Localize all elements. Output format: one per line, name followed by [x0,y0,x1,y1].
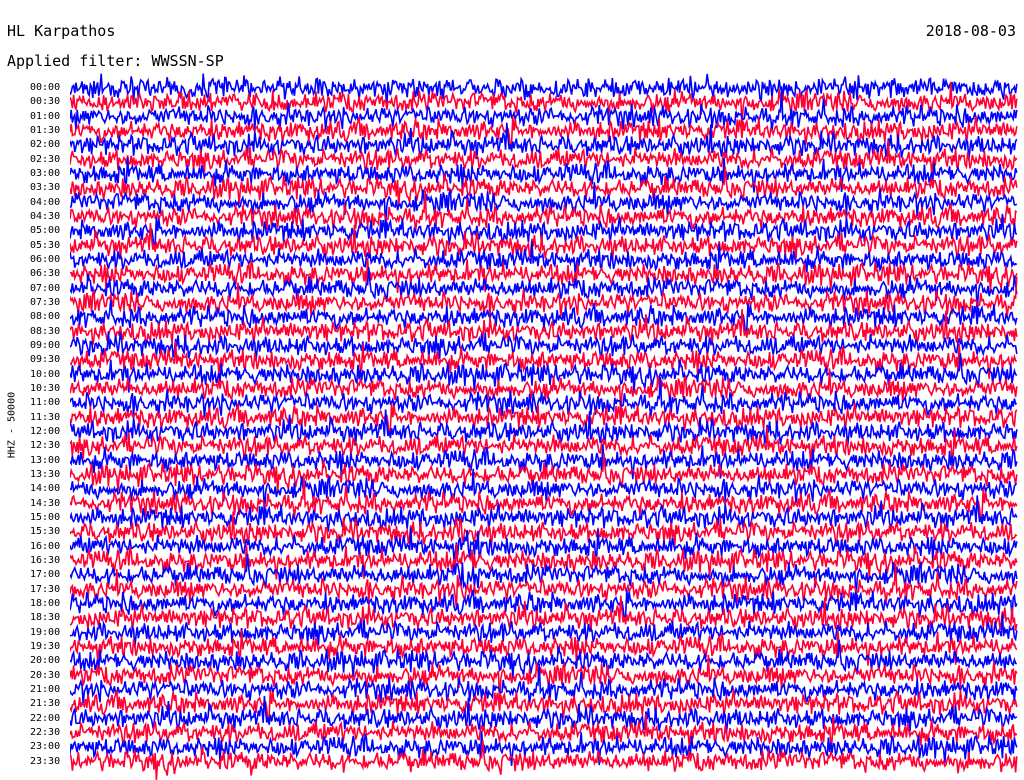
time-label: 15:00 [30,511,61,523]
time-label: 17:30 [30,583,61,595]
time-label: 06:30 [30,268,61,280]
time-label: 06:00 [30,253,61,265]
time-label: 14:30 [30,497,61,509]
time-label: 05:00 [30,225,61,237]
time-label: 12:00 [30,425,61,437]
time-label: 01:30 [30,124,61,136]
channel-label: HHZ - 50000 [6,391,18,459]
time-label: 04:30 [30,210,61,222]
date-label: 2018-08-03 [925,22,1016,40]
time-label: 08:00 [30,311,61,323]
time-label: 17:00 [30,569,61,581]
time-label: 00:00 [30,82,61,93]
time-label: 10:00 [30,368,61,380]
time-label: 03:00 [30,167,61,179]
time-label: 16:00 [30,540,61,552]
time-label: 07:30 [30,296,61,308]
time-label: 21:00 [30,683,61,695]
time-label: 14:00 [30,483,61,495]
time-label: 13:00 [30,454,61,466]
time-label: 18:30 [30,612,61,624]
time-label: 20:00 [30,655,61,667]
time-label: 09:30 [30,354,61,366]
time-label: 11:00 [30,397,61,409]
time-label: 16:30 [30,554,61,566]
time-label: 02:00 [30,139,61,151]
trace-row-1700 [70,553,1018,601]
time-label: 02:30 [30,153,61,165]
helicorder-plot [70,73,1018,780]
time-label: 22:30 [30,726,61,738]
time-label: 23:00 [30,741,61,753]
time-label: 04:00 [30,196,61,208]
time-axis-labels: 00:00 00:30 01:00 01:30 02:00 02:30 03:00 03:30… [0,0,70,780]
time-label: 21:30 [30,698,61,710]
time-label: 11:30 [30,411,61,423]
time-label: 20:30 [30,669,61,681]
time-label: 10:30 [30,382,61,394]
time-label: 00:30 [30,96,61,108]
trace-row-0730 [70,276,1018,318]
time-label: 03:30 [30,182,61,194]
time-label: 01:00 [30,110,61,122]
time-label: 07:00 [30,282,61,294]
time-label: 15:30 [30,526,61,538]
trace-row-1800 [70,589,1018,622]
time-label: 22:00 [30,712,61,724]
time-label: 08:30 [30,325,61,337]
time-label: 09:00 [30,339,61,351]
time-label: 19:00 [30,626,61,638]
time-label: 13:30 [30,468,61,480]
time-label: 05:30 [30,239,61,251]
time-label: 18:00 [30,597,61,609]
time-label: 12:30 [30,440,61,452]
time-label: 19:30 [30,640,61,652]
time-label: 23:30 [30,755,61,767]
